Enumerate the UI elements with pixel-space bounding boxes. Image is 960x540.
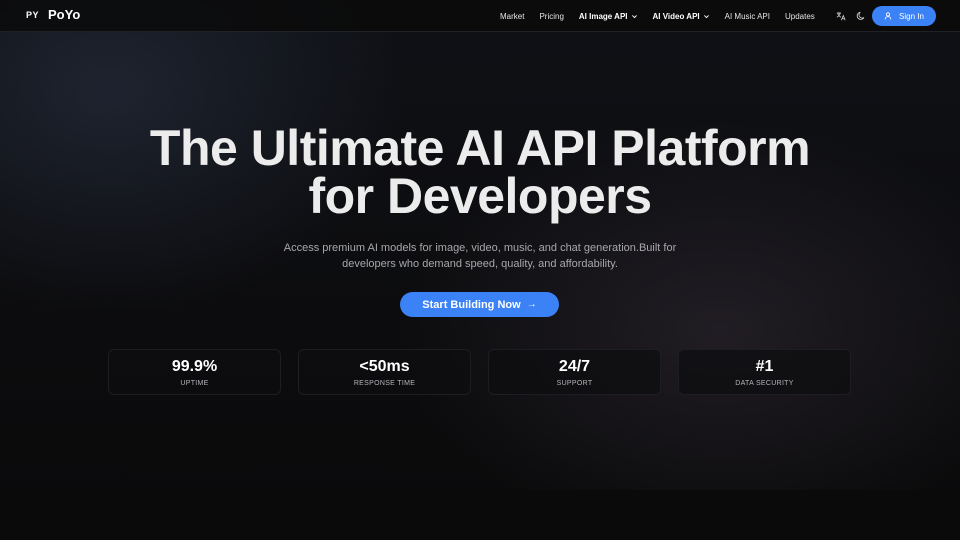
nav-ai-video-api-label: AI Video API (652, 11, 700, 21)
language-toggle[interactable] (835, 10, 847, 22)
stat-card-support: 24/7 SUPPORT (488, 349, 661, 395)
nav-ai-music-api[interactable]: AI Music API (725, 12, 770, 21)
nav-updates[interactable]: Updates (785, 12, 815, 21)
stat-label: SUPPORT (556, 380, 593, 387)
nav-updates-label: Updates (785, 11, 815, 21)
nav-market-label: Market (500, 11, 525, 21)
hero-title-line2: for Developers (308, 168, 652, 224)
nav-ai-video-api[interactable]: AI Video API (653, 12, 710, 21)
chevron-down-icon (703, 14, 709, 18)
stat-label: UPTIME (180, 380, 209, 387)
sign-in-label: Sign In (899, 11, 924, 21)
stat-label: RESPONSE TIME (353, 380, 416, 387)
chevron-down-icon (631, 14, 637, 18)
hero-title: The Ultimate AI API Platform for Develop… (0, 123, 960, 221)
nav-market[interactable]: Market (500, 12, 524, 21)
brand-name: PoYo (48, 7, 81, 22)
nav-pricing[interactable]: Pricing (539, 12, 563, 21)
nav-pricing-label: Pricing (539, 11, 564, 21)
top-navbar: PY PoYo Market Pricing AI Image API AI V… (0, 0, 960, 32)
theme-toggle[interactable] (855, 10, 867, 22)
moon-icon (856, 11, 865, 20)
nav-ai-music-api-label: AI Music API (724, 11, 770, 21)
hero-subtitle: Access premium AI models for image, vide… (270, 240, 690, 272)
main-nav: Market Pricing AI Image API AI Video API… (500, 0, 830, 32)
nav-ai-image-api-label: AI Image API (578, 11, 628, 21)
translate-icon (836, 12, 846, 21)
start-building-button[interactable]: Start Building Now → (400, 292, 559, 317)
hero-subtitle-line1: Access premium AI models for image, vide… (283, 242, 677, 254)
brand-logo[interactable]: PY PoYo (26, 7, 80, 22)
stat-card-response-time: <50ms RESPONSE TIME (298, 349, 471, 395)
start-building-label: Start Building Now (422, 298, 521, 311)
nav-ai-image-api[interactable]: AI Image API (579, 12, 638, 21)
logo-mark: PY (26, 9, 40, 20)
stat-value: 99.9% (171, 358, 218, 375)
stat-label: DATA SECURITY (735, 380, 794, 387)
stat-value: 24/7 (558, 358, 591, 375)
stat-card-uptime: 99.9% UPTIME (108, 349, 281, 395)
stat-value: <50ms (359, 358, 410, 375)
page-bottom-fade (0, 490, 960, 540)
arrow-right-icon: → (526, 299, 537, 310)
stat-card-data-security: #1 DATA SECURITY (678, 349, 851, 395)
stat-value: #1 (755, 358, 774, 375)
sign-in-button[interactable]: Sign In (872, 6, 936, 26)
user-icon (884, 12, 892, 20)
hero-subtitle-line2: developers who demand speed, quality, an… (342, 258, 618, 270)
